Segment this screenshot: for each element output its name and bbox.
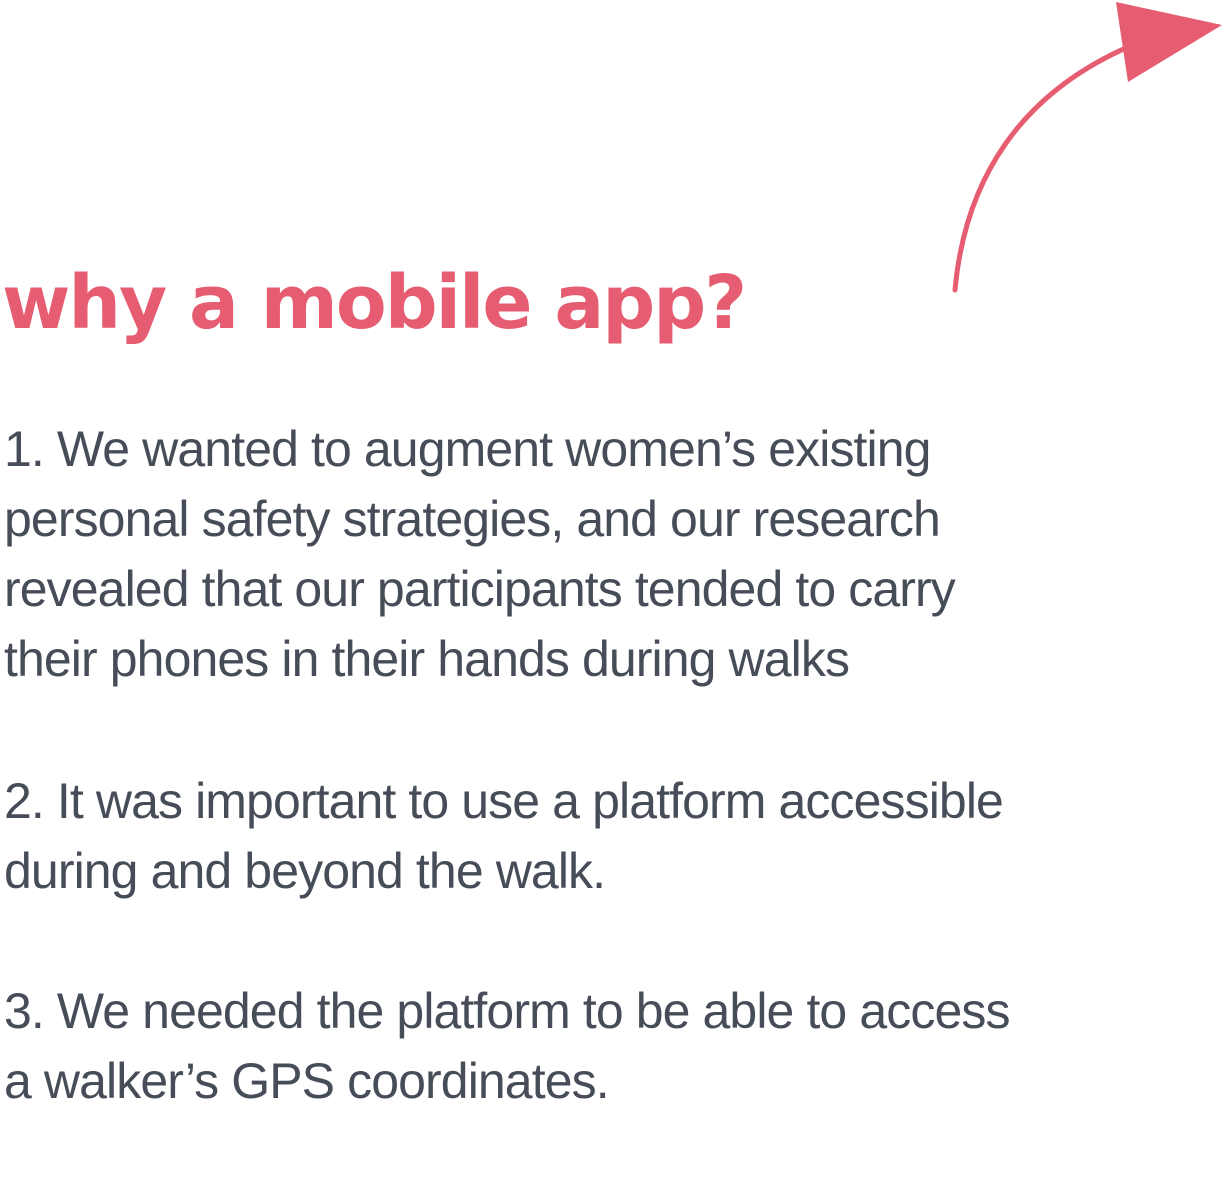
point-3-line-1: 3. We needed the platform to be able to … <box>4 983 1010 1039</box>
section-heading: why a mobile app? <box>2 260 747 346</box>
point-1-line-3: revealed that our participants tended to… <box>4 561 956 617</box>
point-1-line-4: their phones in their hands during walks <box>4 631 850 687</box>
page: why a mobile app? 1. We wanted to augmen… <box>0 0 1231 1185</box>
curved-arrow-icon <box>952 2 1222 293</box>
point-3-text: 3. We needed the platform to be able to … <box>4 976 1010 1116</box>
point-2-line-2: during and beyond the walk. <box>4 843 606 899</box>
point-1-text: 1. We wanted to augment women’s existing… <box>4 414 956 694</box>
point-1-line-1: 1. We wanted to augment women’s existing <box>4 421 931 477</box>
point-3-line-2: a walker’s GPS coordinates. <box>4 1053 610 1109</box>
point-1-line-2: personal safety strategies, and our rese… <box>4 491 941 547</box>
point-2-text: 2. It was important to use a platform ac… <box>4 766 1004 906</box>
point-2-line-1: 2. It was important to use a platform ac… <box>4 773 1004 829</box>
